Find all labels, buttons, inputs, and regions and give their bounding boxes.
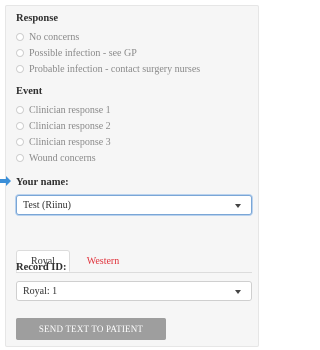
radio-button[interactable] [16, 49, 24, 57]
radio-button[interactable] [16, 138, 24, 146]
radio-button[interactable] [16, 65, 24, 73]
radio-button[interactable] [16, 106, 24, 114]
radio-button[interactable] [16, 122, 24, 130]
radio-label: Clinician response 2 [29, 120, 111, 132]
radio-clinician-response-1[interactable]: Clinician response 1 [16, 104, 111, 116]
your-name-value: Test (Riinu) [23, 199, 71, 211]
radio-wound-concerns[interactable]: Wound concerns [16, 152, 96, 164]
chevron-down-icon [235, 204, 241, 208]
radio-label: Possible infection - see GP [29, 47, 137, 59]
record-id-label: Record ID: [16, 262, 67, 273]
tab-western[interactable]: Western [78, 250, 128, 272]
record-id-select[interactable]: Royal: 1 [16, 281, 252, 301]
send-text-button[interactable]: SEND TEXT TO PATIENT [16, 318, 166, 340]
radio-clinician-response-3[interactable]: Clinician response 3 [16, 136, 111, 148]
radio-possible-infection[interactable]: Possible infection - see GP [16, 47, 137, 59]
record-id-value: Royal: 1 [23, 285, 58, 297]
arrow-right-icon [0, 176, 11, 186]
radio-label: Clinician response 1 [29, 104, 111, 116]
radio-button[interactable] [16, 33, 24, 41]
event-title: Event [16, 86, 43, 97]
radio-no-concerns[interactable]: No concerns [16, 31, 79, 43]
radio-clinician-response-2[interactable]: Clinician response 2 [16, 120, 111, 132]
radio-label: Probable infection - contact surgery nur… [29, 63, 201, 75]
radio-button[interactable] [16, 154, 24, 162]
your-name-select[interactable]: Test (Riinu) [16, 195, 252, 215]
send-text-panel: Response No concerns Possible infection … [5, 5, 259, 347]
chevron-down-icon [235, 290, 241, 294]
radio-label: No concerns [29, 31, 80, 43]
radio-label: Clinician response 3 [29, 136, 111, 148]
your-name-label: Your name: [16, 177, 69, 188]
radio-label: Wound concerns [29, 152, 96, 164]
response-title: Response [16, 13, 59, 24]
radio-probable-infection[interactable]: Probable infection - contact surgery nur… [16, 63, 200, 75]
